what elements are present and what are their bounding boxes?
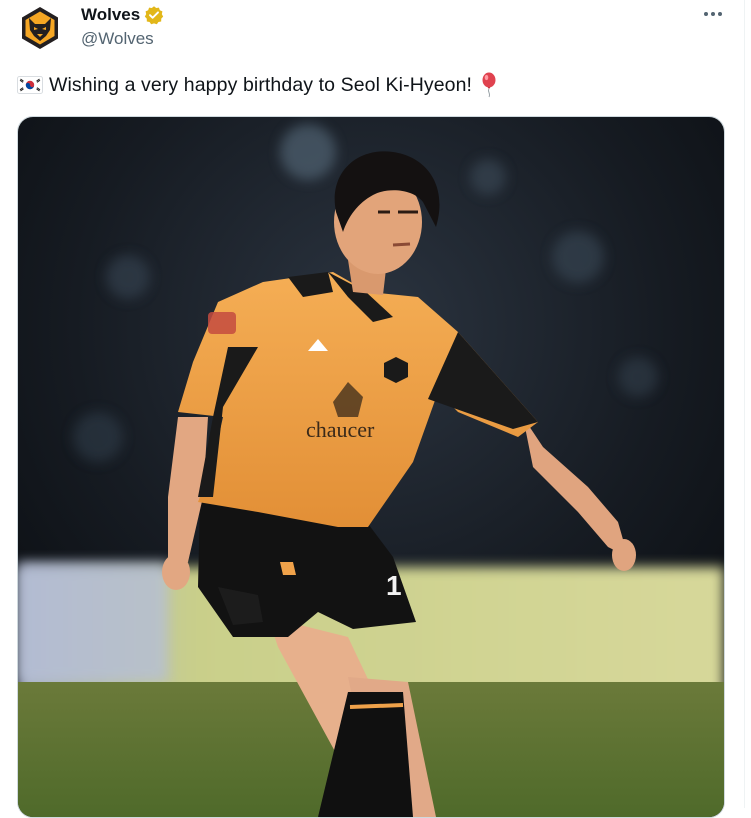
south-korea-flag-icon (17, 76, 43, 94)
tweet-card: Wolves @Wolves Wishing a very happy birt… (0, 0, 745, 818)
wolves-logo-icon (22, 7, 58, 49)
timeline-divider (744, 0, 745, 808)
avatar[interactable] (16, 4, 64, 52)
balloon-icon (482, 72, 496, 98)
player-photo-illustration: 1 chaucer (18, 117, 724, 817)
author-name-row[interactable]: Wolves (81, 4, 164, 26)
author-name[interactable]: Wolves (81, 5, 140, 25)
tweet-photo[interactable]: 1 chaucer (17, 116, 725, 818)
more-options-icon[interactable] (699, 4, 727, 24)
author-handle[interactable]: @Wolves (81, 29, 154, 49)
tweet-text-body: Wishing a very happy birthday to Seol Ki… (49, 73, 473, 96)
gold-verified-icon (145, 6, 164, 25)
tweet-text: Wishing a very happy birthday to Seol Ki… (17, 72, 498, 98)
kit-sponsor: chaucer (306, 417, 375, 442)
shorts-number: 1 (386, 570, 402, 601)
